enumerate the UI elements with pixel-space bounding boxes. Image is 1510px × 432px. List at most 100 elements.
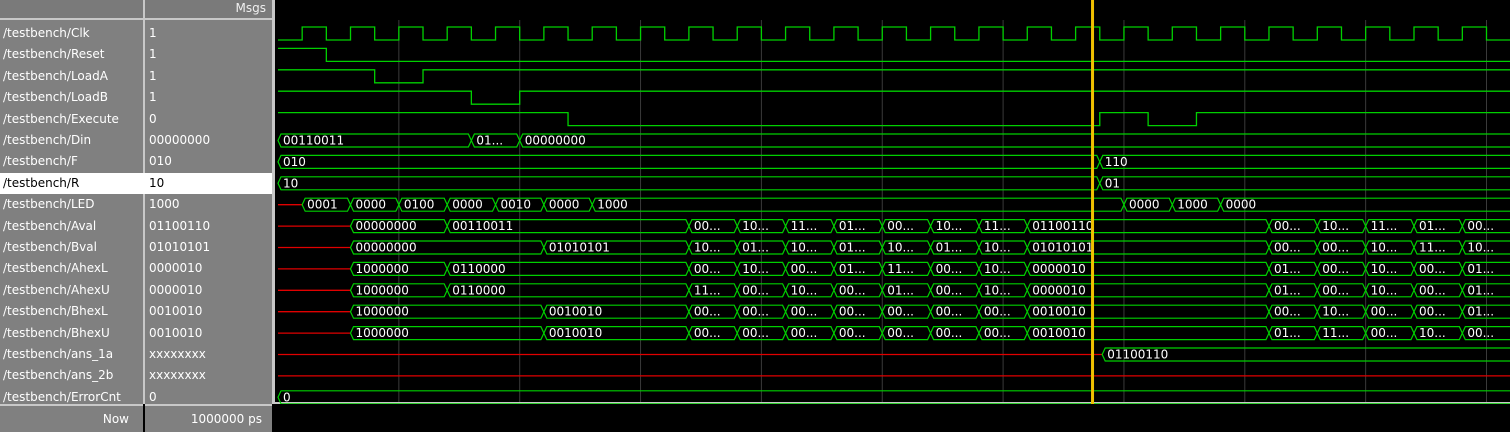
bus-value-label: 00... [742,305,769,319]
signal-value: 1 [149,47,157,62]
bus-value-label: 0010010 [1032,305,1085,319]
bus-value-label: 11... [694,283,721,297]
bus-value-label: 0000 [1226,198,1257,212]
signal-name[interactable]: /testbench/BhexU [3,323,141,344]
bus-value-label: 010 [283,155,306,169]
bus-segment [1099,176,1510,191]
signal-value: 1 [149,90,157,105]
bus-value-label: 00... [1419,283,1446,297]
bus-segment [519,133,1510,148]
signal-value: 10 [149,175,165,190]
panel-divider[interactable] [143,0,145,432]
bus-value-label: 10... [742,262,769,276]
bus-value-label: 00000000 [356,219,417,233]
bus-value-label: 0000 [356,198,387,212]
bus-value-label: 00... [791,326,818,340]
bus-segment [1099,154,1510,169]
bus-value-label: 0000010 [1032,283,1085,297]
signal-name[interactable]: /testbench/LED [3,194,141,215]
signal-name[interactable]: /testbench/Reset [3,44,141,65]
signal-trace [278,26,1510,41]
bus-value-label: 0110000 [452,262,505,276]
waveform-canvas[interactable]: 00110011 01... 00000000010 11010 010001 0000 0… [275,0,1510,432]
bus-value-label: 0010010 [549,326,602,340]
signal-name[interactable]: /testbench/ans_2b [3,365,141,386]
bus-value-label: 10... [1371,283,1398,297]
bus-value-label: 00... [984,326,1011,340]
signal-name[interactable]: /testbench/R [3,173,141,194]
bus-value-label: 00... [694,326,721,340]
bus-value-label: 11... [791,219,818,233]
bus-value-label: 01... [1274,283,1301,297]
signal-name[interactable]: /testbench/LoadB [3,87,141,108]
signal-value: xxxxxxxx [149,368,206,383]
signal-name[interactable]: /testbench/Clk [3,23,141,44]
signal-name[interactable]: /testbench/Aval [3,216,141,237]
bus-value-label: 00... [1322,262,1349,276]
bus-segment [591,197,1125,212]
bus-value-label: 0010010 [1032,326,1085,340]
signal-value: 1 [149,68,157,83]
bus-value-label: 10... [1419,326,1446,340]
bus-value-label: 00... [887,305,914,319]
bus-value-label: 0000 [549,198,580,212]
bus-value-label: 01... [839,219,866,233]
now-value-cell: 1000000 ps [145,404,272,432]
signal-name[interactable]: /testbench/AhexU [3,280,141,301]
bus-value-label: 0000 [452,198,483,212]
signal-value: 0010010 [149,304,203,319]
signal-trace [278,111,1510,127]
bus-value-label: 1000 [597,198,628,212]
signal-name[interactable]: /testbench/F [3,151,141,172]
msgs-header-label: Msgs [235,1,266,15]
bus-value-label: 00... [791,262,818,276]
bus-value-label: 10... [791,283,818,297]
bus-value-label: 01... [1274,262,1301,276]
bus-value-label: 00... [887,219,914,233]
names-header [0,0,143,20]
now-label: Now [102,412,129,426]
bus-value-label: 01... [839,262,866,276]
bus-value-label: 0010010 [549,305,602,319]
signal-name[interactable]: /testbench/AhexL [3,258,141,279]
bus-value-label: 0001 [307,198,338,212]
bus-value-label: 00... [887,326,914,340]
bus-value-label: 00... [1322,283,1349,297]
bus-value-label: 110 [1105,155,1128,169]
bus-value-label: 00... [694,262,721,276]
bus-value-label: 10... [936,219,963,233]
bus-value-label: 00... [1322,241,1349,255]
bus-value-label: 01... [1467,283,1494,297]
bus-value-label: 00... [742,283,769,297]
signal-name[interactable]: /testbench/Din [3,130,141,151]
signal-name[interactable]: /testbench/BhexL [3,301,141,322]
signal-trace [278,69,1510,84]
bus-value-label: 00... [1467,326,1494,340]
bus-value-label: 01... [887,283,914,297]
bus-value-label: 10... [1322,305,1349,319]
bus-value-label: 00... [936,262,963,276]
signal-name[interactable]: /testbench/Bval [3,237,141,258]
signal-name[interactable]: /testbench/Execute [3,109,141,130]
bus-value-label: 00... [694,305,721,319]
bus-value-label: 1000000 [356,262,409,276]
bus-value-label: 01100110 [1107,348,1168,362]
bus-value-label: 1000000 [356,283,409,297]
bus-value-label: 10... [984,262,1011,276]
bus-value-label: 10... [742,219,769,233]
bus-value-label: 10... [694,241,721,255]
values-header: Msgs [145,0,272,20]
bus-value-label: 01... [1467,262,1494,276]
bus-value-label: 0 [283,390,291,404]
signal-name[interactable]: /testbench/ans_1a [3,344,141,365]
bus-value-label: 0000010 [1032,262,1085,276]
signal-name[interactable]: /testbench/LoadA [3,66,141,87]
bus-value-label: 0110000 [452,283,505,297]
signal-trace [278,47,1510,63]
bus-value-label: 00... [936,326,963,340]
signal-value: 1000 [149,197,180,212]
bus-value-label: 01... [742,241,769,255]
bus-value-label: 01010101 [1032,241,1093,255]
bus-value-label: 00110011 [452,219,513,233]
bus-value-label: 01... [936,241,963,255]
